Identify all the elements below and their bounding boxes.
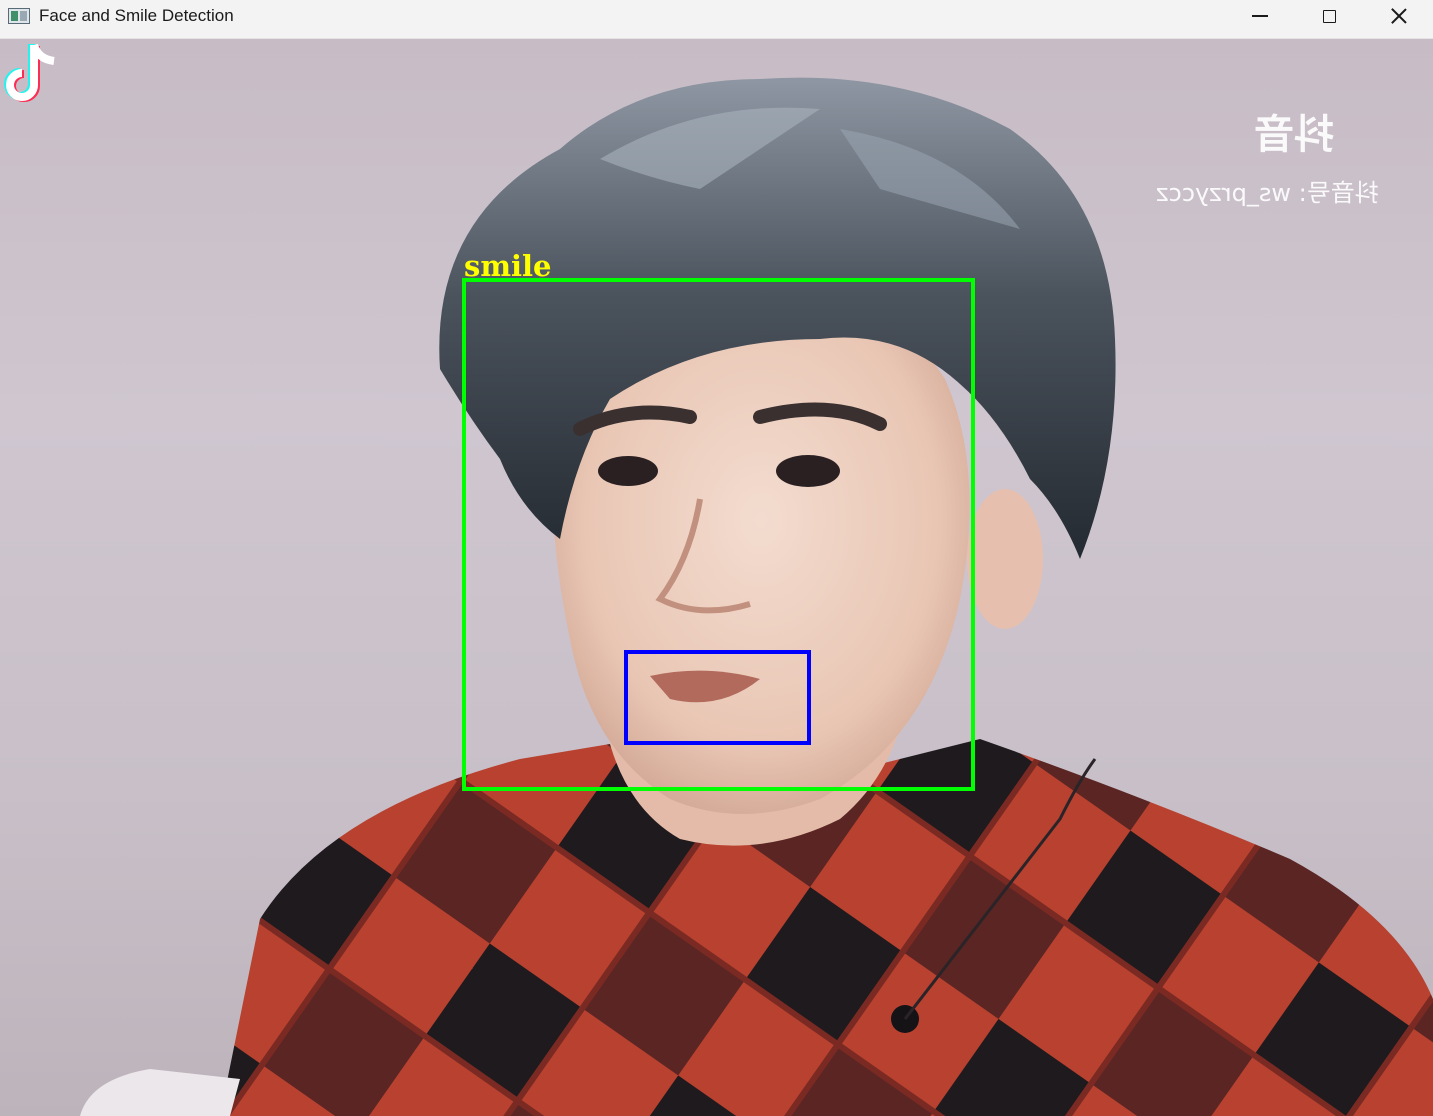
close-button[interactable] — [1364, 0, 1433, 32]
app-icon[interactable] — [8, 8, 30, 24]
maximize-button[interactable] — [1294, 0, 1364, 32]
watermark-account: 抖音号: ws_przyccz — [1156, 179, 1379, 207]
title-bar[interactable]: Face and Smile Detection — [0, 0, 1433, 39]
watermark-brand: 抖音 — [1254, 112, 1334, 158]
smile-label: smile — [464, 249, 552, 283]
app-window: Face and Smile Detection 抖音 抖音号: ws_przy… — [0, 0, 1433, 1116]
maximize-icon — [1322, 9, 1336, 23]
douyin-logo-icon — [4, 43, 55, 102]
minimize-icon — [1252, 15, 1268, 17]
minimize-button[interactable] — [1225, 0, 1295, 32]
ear — [967, 489, 1043, 629]
window-title: Face and Smile Detection — [39, 6, 234, 25]
smile-detection-box — [624, 650, 811, 745]
close-icon — [1391, 8, 1407, 24]
sofa — [80, 1069, 240, 1116]
